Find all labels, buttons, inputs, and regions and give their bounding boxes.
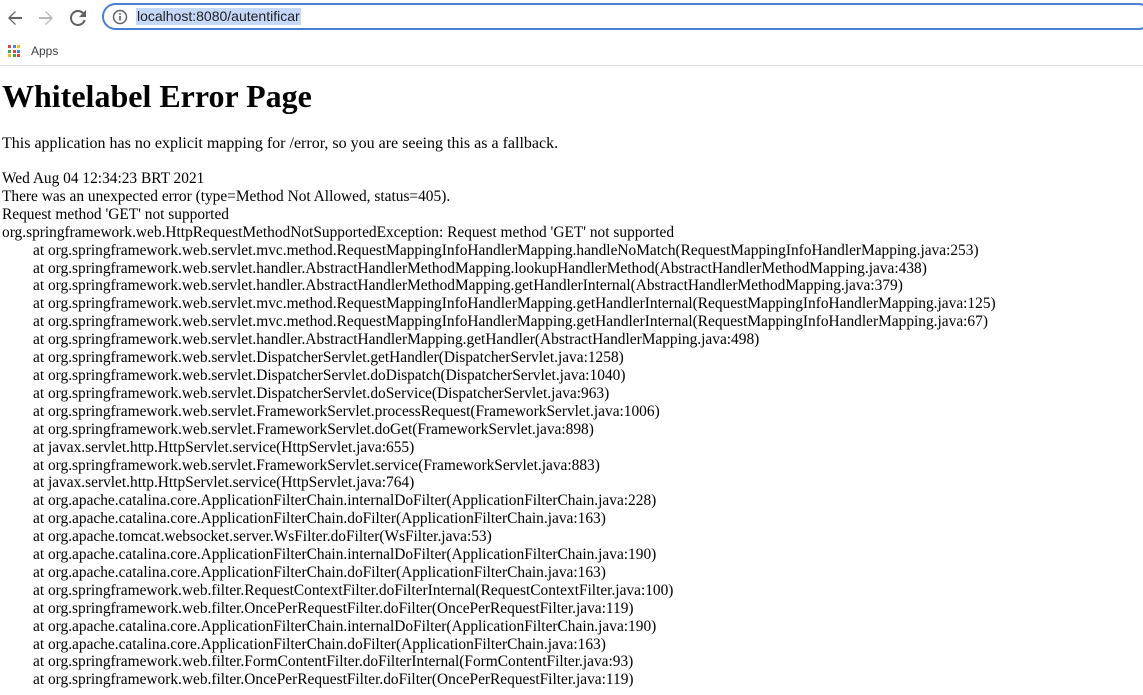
info-icon[interactable] [112, 9, 128, 25]
stack-trace-line: at org.springframework.web.servlet.Frame… [33, 402, 660, 420]
bookmark-label: Apps [31, 44, 59, 58]
stack-trace-line: at org.apache.catalina.core.ApplicationF… [33, 510, 606, 528]
stack-trace-line: at org.springframework.web.servlet.mvc.m… [33, 295, 996, 313]
stack-trace-line: at org.apache.catalina.core.ApplicationF… [33, 563, 606, 581]
stack-trace-line: at org.springframework.web.servlet.handl… [33, 277, 903, 295]
fallback-message: This application has no explicit mapping… [2, 135, 559, 152]
arrow-right-icon [39, 11, 53, 25]
stack-trace-line: at org.apache.catalina.core.ApplicationF… [33, 492, 657, 510]
forward-button[interactable] [34, 6, 58, 30]
stack-trace-line: at org.springframework.web.filter.FormCo… [33, 653, 634, 671]
stack-trace-line: at org.apache.catalina.core.ApplicationF… [33, 546, 657, 564]
stack-trace-line: at org.springframework.web.servlet.handl… [33, 331, 760, 349]
page-title: Whitelabel Error Page [2, 78, 312, 114]
error-timestamp: Wed Aug 04 12:34:23 BRT 2021 [2, 170, 205, 187]
stack-trace-line: at org.apache.tomcat.websocket.server.Ws… [33, 528, 492, 546]
stack-trace-line: at org.springframework.web.servlet.Frame… [33, 456, 600, 474]
stack-trace-line: at org.springframework.web.filter.OncePe… [33, 671, 634, 689]
stack-trace-line: at org.springframework.web.filter.Reques… [33, 581, 674, 599]
stack-trace-line: at org.apache.catalina.core.ApplicationF… [33, 635, 606, 653]
reload-button[interactable] [66, 6, 90, 30]
stack-trace-line: at javax.servlet.http.HttpServlet.servic… [33, 438, 415, 456]
stack-trace-line: at org.springframework.web.servlet.Frame… [33, 420, 594, 438]
stack-trace-line: at org.springframework.web.filter.OncePe… [33, 599, 634, 617]
address-bar[interactable]: localhost:8080/autentificar [102, 3, 1143, 30]
stack-trace-line: at org.springframework.web.servlet.mvc.m… [33, 241, 979, 259]
exception-line: org.springframework.web.HttpRequestMetho… [2, 223, 675, 241]
bookmark-apps[interactable]: Apps [8, 42, 58, 60]
apps-grid-icon [8, 45, 20, 57]
stack-trace-line: at org.springframework.web.servlet.Dispa… [33, 366, 626, 384]
stack-trace-line: at org.springframework.web.servlet.handl… [33, 259, 927, 277]
stack-trace-line: at org.apache.catalina.core.ApplicationF… [33, 617, 657, 635]
reload-icon [70, 10, 86, 26]
error-details: Wed Aug 04 12:34:23 BRT 2021 There was a… [2, 170, 996, 689]
stack-trace: at org.springframework.web.servlet.mvc.m… [2, 242, 996, 690]
back-button[interactable] [3, 6, 27, 30]
bookmarks-bar: Apps [0, 37, 1143, 66]
stack-trace-line: at org.springframework.web.servlet.Dispa… [33, 384, 610, 402]
arrow-left-icon [8, 11, 22, 25]
stack-trace-line: at org.springframework.web.servlet.mvc.m… [33, 313, 988, 331]
url-text[interactable]: localhost:8080/autentificar [136, 8, 301, 25]
browser-toolbar: localhost:8080/autentificar [0, 0, 1143, 37]
error-summary: There was an unexpected error (type=Meth… [2, 187, 451, 205]
stack-trace-line: at javax.servlet.http.HttpServlet.servic… [33, 474, 415, 492]
error-message: Request method 'GET' not supported [2, 205, 229, 223]
stack-trace-line: at org.springframework.web.servlet.Dispa… [33, 349, 624, 367]
error-page: Whitelabel Error Page This application h… [2, 78, 1138, 688]
